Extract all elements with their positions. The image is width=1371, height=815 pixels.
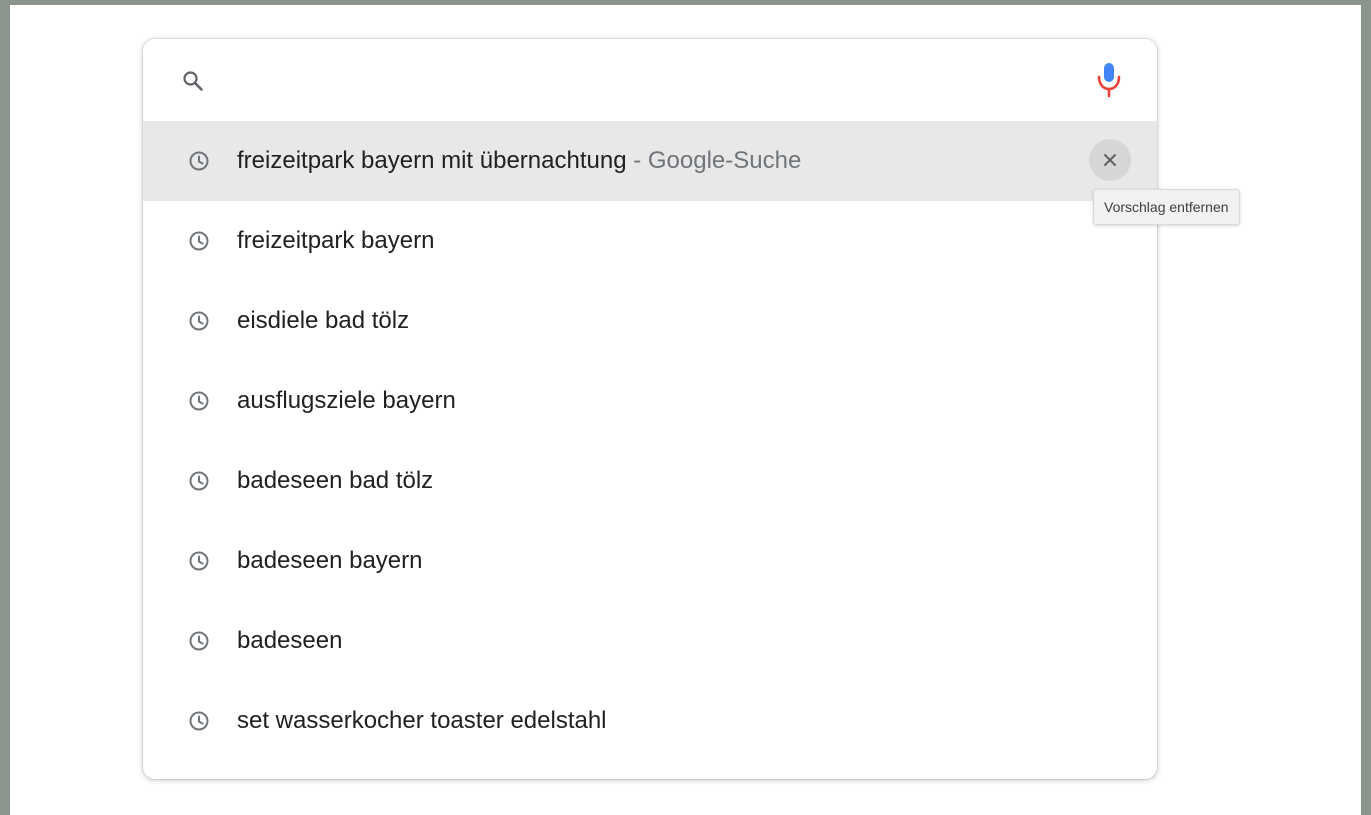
suggestion-text: badeseen bayern bbox=[237, 547, 423, 574]
suggestion-item[interactable]: ausflugsziele bayern bbox=[143, 361, 1157, 441]
microphone-icon[interactable] bbox=[1095, 61, 1123, 99]
suggestion-item[interactable]: badeseen bbox=[143, 601, 1157, 681]
page-background: freizeitpark bayern mit übernachtung - G… bbox=[10, 5, 1361, 815]
suggestion-text: ausflugsziele bayern bbox=[237, 387, 456, 414]
clock-icon bbox=[187, 469, 211, 493]
clock-icon bbox=[187, 549, 211, 573]
suggestion-item[interactable]: badeseen bad tölz bbox=[143, 441, 1157, 521]
suggestion-query: freizeitpark bayern mit übernachtung bbox=[237, 147, 627, 174]
clock-icon bbox=[187, 309, 211, 333]
suggestion-item[interactable]: eisdiele bad tölz bbox=[143, 281, 1157, 361]
suggestion-text: badeseen bbox=[237, 627, 343, 654]
suggestion-text: freizeitpark bayern bbox=[237, 227, 435, 254]
clock-icon bbox=[187, 229, 211, 253]
search-icon bbox=[181, 69, 205, 93]
suggestion-item[interactable]: freizeitpark bayern mit übernachtung - G… bbox=[143, 121, 1157, 201]
remove-suggestion-tooltip: Vorschlag entfernen bbox=[1093, 189, 1240, 225]
clock-icon bbox=[187, 149, 211, 173]
search-input-row bbox=[143, 39, 1157, 121]
suggestion-text: badeseen bad tölz bbox=[237, 467, 434, 494]
suggestion-item[interactable]: badeseen bayern bbox=[143, 521, 1157, 601]
suggestion-list: freizeitpark bayern mit übernachtung - G… bbox=[143, 121, 1157, 761]
suggestion-text: eisdiele bad tölz bbox=[237, 307, 410, 334]
close-icon bbox=[1104, 154, 1116, 166]
suggestion-suffix: - Google-Suche bbox=[626, 147, 802, 174]
clock-icon bbox=[187, 389, 211, 413]
search-box: freizeitpark bayern mit übernachtung - G… bbox=[143, 39, 1157, 779]
suggestion-text: set wasserkocher toaster edelstahl bbox=[237, 707, 607, 734]
suggestion-item[interactable]: set wasserkocher toaster edelstahl bbox=[143, 681, 1157, 761]
search-input[interactable] bbox=[233, 63, 1057, 99]
remove-suggestion-button[interactable] bbox=[1089, 139, 1131, 181]
suggestion-item[interactable]: freizeitpark bayern bbox=[143, 201, 1157, 281]
clock-icon bbox=[187, 709, 211, 733]
clock-icon bbox=[187, 629, 211, 653]
suggestion-text: freizeitpark bayern mit übernachtung - G… bbox=[237, 121, 801, 201]
